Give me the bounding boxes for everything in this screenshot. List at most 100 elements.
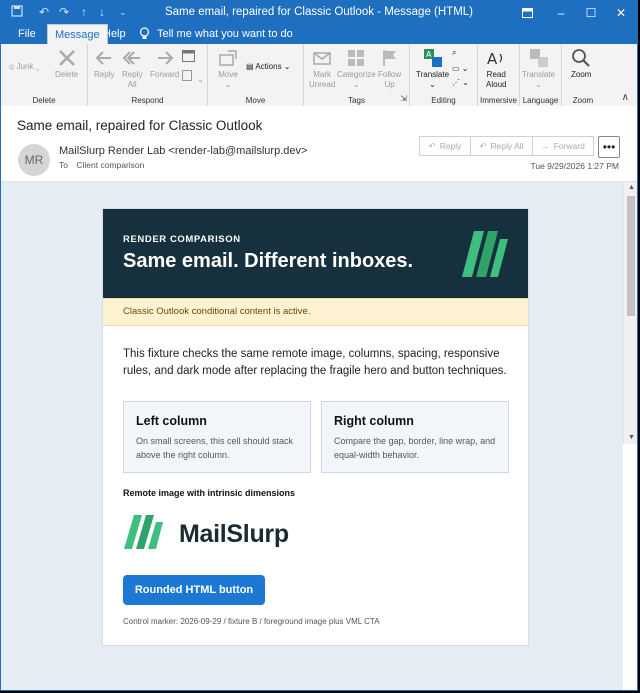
save-icon[interactable] (11, 5, 23, 20)
email-hero: RENDER COMPARISON Same email. Different … (103, 209, 528, 298)
message-date: Tue 9/29/2026 1:27 PM (530, 161, 619, 171)
to-label: To (59, 160, 68, 170)
ribbon-group-zoom: Zoom Zoom (562, 44, 604, 106)
tab-file[interactable]: File (11, 24, 43, 44)
select-icon[interactable]: ▭ ⌄ (452, 64, 468, 74)
related-icon[interactable]: ⋰ ⌄ (452, 78, 469, 88)
reply-button[interactable]: Reply (94, 48, 114, 80)
more-respond-icon[interactable]: ⌄ (182, 70, 204, 85)
magnifier-icon (571, 48, 591, 68)
ribbon-display-icon[interactable] (511, 1, 543, 24)
left-column: Left column On small screens, this cell … (123, 401, 311, 473)
group-label-editing: Editing (431, 96, 456, 105)
reply-all-icon: ↶ (479, 140, 487, 151)
forward-button[interactable]: Forward (150, 48, 179, 80)
scroll-down-icon[interactable]: ▼ (624, 432, 637, 444)
move-button[interactable]: Move ⌄ (218, 48, 238, 90)
read-aloud-button[interactable]: A Read Aloud (486, 48, 506, 90)
conditional-notice: Classic Outlook conditional content is a… (103, 298, 528, 326)
translate-icon: A (423, 48, 443, 68)
forward-icon (155, 48, 175, 68)
brand-image: MailSlurp (123, 514, 289, 555)
sender[interactable]: MailSlurp Render Lab <render-lab@mailslu… (59, 145, 307, 157)
reply-icon (94, 48, 114, 68)
junk-icon: ⦸ (9, 62, 15, 71)
reply-action-button[interactable]: ↶ Reply (419, 136, 471, 156)
collapse-ribbon-icon[interactable]: ∧ (622, 92, 629, 103)
follow-up-button[interactable]: Follow Up (378, 48, 401, 90)
close-button[interactable]: ✕ (605, 1, 637, 24)
mailslurp-mark-icon (123, 514, 171, 555)
right-column-title: Right column (334, 414, 414, 428)
right-column: Right column Compare the gap, border, li… (321, 401, 509, 473)
recipient-line: To Client comparison (59, 160, 144, 170)
scroll-thumb[interactable] (627, 196, 635, 316)
ribbon-group-editing: A Translate ⌄ ⌕ ▭ ⌄ ⋰ ⌄ Editing (410, 44, 478, 106)
outlook-message-window: ↶ ↷ ↑ ↓ ⌄ Same email, repaired for Class… (0, 0, 638, 691)
forward-icon: → (541, 141, 550, 151)
control-marker: Control marker: 2026-09-29 / fixture B /… (123, 617, 380, 626)
move-icon (218, 48, 238, 68)
ribbon-group-tags: Mark Unread Categorize ⌄ Follow Up ⇲ Tags (304, 44, 410, 106)
redo-icon[interactable]: ↷ (59, 5, 69, 19)
undo-icon[interactable]: ↶ (39, 5, 49, 19)
menu-bar: File Message Help Tell me what you want … (1, 24, 637, 45)
zoom-button[interactable]: Zoom (571, 48, 591, 80)
avatar[interactable]: MR (18, 144, 50, 176)
delete-button[interactable]: Delete (55, 48, 78, 80)
arrow-up-icon[interactable]: ↑ (81, 5, 87, 19)
categorize-icon (346, 48, 366, 68)
translate-language-button[interactable]: Translate ⌄ (522, 48, 555, 90)
cta-button[interactable]: Rounded HTML button (123, 575, 265, 605)
read-aloud-icon: A (486, 48, 506, 68)
tell-me-search[interactable]: Tell me what you want to do (157, 24, 293, 44)
ribbon-group-move: Move ⌄ ▤ Actions ⌄ Move (208, 44, 304, 106)
image-heading: Remote image with intrinsic dimensions (123, 488, 296, 498)
maximize-button[interactable]: ☐ (575, 1, 607, 24)
mark-unread-icon (312, 48, 332, 68)
recipient[interactable]: Client comparison (76, 160, 144, 170)
find-icon[interactable]: ⌕ (452, 48, 456, 58)
left-column-title: Left column (136, 414, 207, 428)
categorize-button[interactable]: Categorize ⌄ (337, 48, 376, 90)
reply-all-icon (122, 48, 142, 68)
scroll-up-icon[interactable]: ▲ (624, 182, 637, 194)
tab-help[interactable]: Help (96, 24, 133, 44)
scrollbar[interactable]: ▲ ▼ (623, 182, 637, 444)
group-label-zoom: Zoom (572, 96, 594, 105)
title-bar: ↶ ↷ ↑ ↓ ⌄ Same email, repaired for Class… (1, 1, 637, 24)
ribbon-group-immersive: A Read Aloud Immersive (478, 44, 520, 106)
group-label-tags: Tags (348, 96, 365, 105)
mailslurp-logo-icon (460, 229, 510, 284)
flag-icon (380, 48, 400, 68)
group-label-delete: Delete (32, 96, 56, 105)
delete-icon (57, 48, 77, 68)
left-column-text: On small screens, this cell should stack… (136, 436, 294, 460)
reply-all-action-button[interactable]: ↶ Reply All (471, 136, 533, 156)
lightbulb-icon (139, 27, 150, 43)
meeting-icon[interactable] (182, 50, 195, 65)
more-actions-button[interactable]: ••• (598, 136, 620, 158)
reply-icon: ↶ (428, 140, 436, 151)
actions-icon: ▤ (246, 62, 254, 71)
email-card: RENDER COMPARISON Same email. Different … (102, 208, 529, 646)
group-label-immersive: Immersive (480, 96, 517, 105)
actions-button[interactable]: ▤ Actions ⌄ (246, 62, 291, 72)
ribbon: ⦸ Junk ⌄ Delete Delete Reply Reply All Fo… (1, 44, 637, 107)
group-label-respond: Respond (131, 96, 164, 105)
hero-eyebrow: RENDER COMPARISON (123, 234, 241, 245)
translate-button[interactable]: A Translate ⌄ (416, 48, 449, 90)
arrow-down-icon[interactable]: ↓ (99, 5, 105, 19)
forward-action-button[interactable]: → Forward (533, 136, 594, 156)
translate-disabled-icon (529, 48, 549, 68)
window-title: Same email, repaired for Classic Outlook… (164, 6, 474, 18)
ribbon-group-language: Translate ⌄ Language (520, 44, 562, 106)
ribbon-group-delete: ⦸ Junk ⌄ Delete Delete (1, 44, 88, 106)
brand-name: MailSlurp (179, 520, 289, 548)
ribbon-group-respond: Reply Reply All Forward ⌄ Respond (88, 44, 208, 106)
minimize-button[interactable]: – (545, 1, 577, 24)
mark-unread-button[interactable]: Mark Unread (309, 48, 335, 90)
reply-all-button[interactable]: Reply All (122, 48, 142, 90)
junk-button[interactable]: ⦸ Junk ⌄ (9, 62, 39, 72)
chevron-down-icon[interactable]: ⌄ (119, 7, 127, 18)
